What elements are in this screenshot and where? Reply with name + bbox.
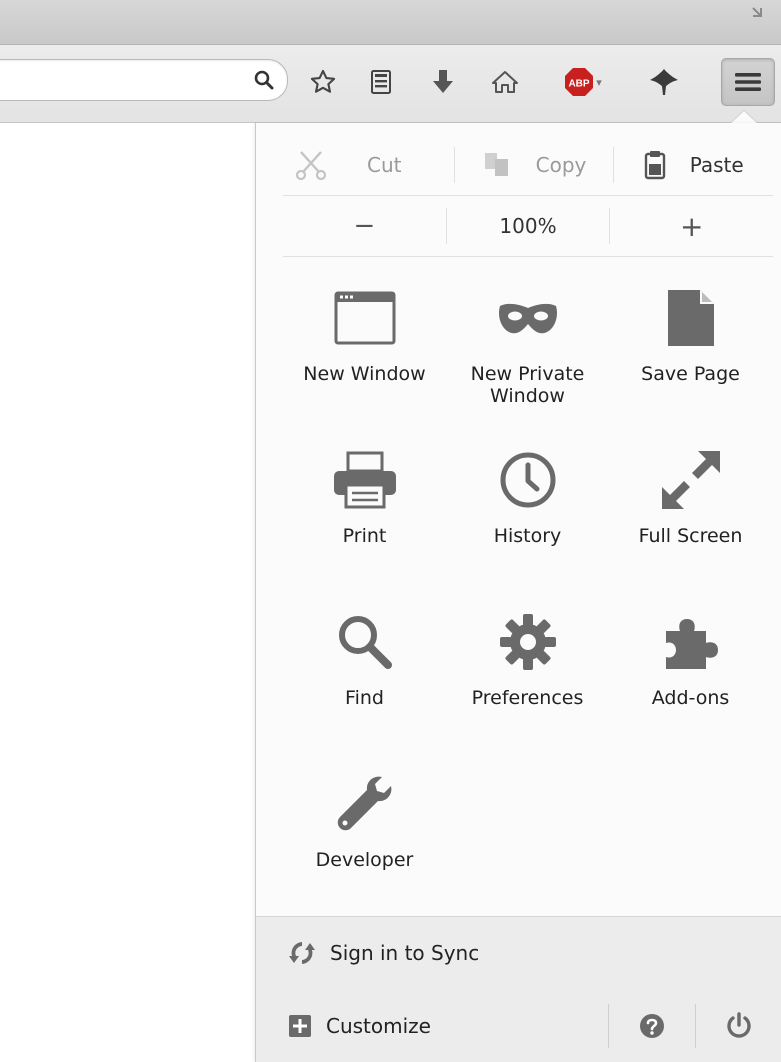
new-window-button[interactable]: New Window: [283, 273, 446, 433]
hamburger-menu-icon: [735, 73, 761, 91]
panel-footer: Customize: [256, 989, 781, 1062]
find-button[interactable]: Find: [283, 597, 446, 757]
cut-button[interactable]: Cut: [283, 147, 455, 183]
search-bar[interactable]: [0, 59, 288, 101]
customize-label: Customize: [326, 1013, 431, 1038]
add-ons-label: Add-ons: [651, 687, 730, 709]
help-button[interactable]: [609, 1013, 695, 1039]
scissors-icon: [295, 150, 327, 180]
page-icon: [666, 283, 716, 353]
copy-button[interactable]: Copy: [455, 147, 615, 183]
customize-button[interactable]: Customize: [288, 1014, 608, 1038]
new-window-label: New Window: [303, 363, 426, 385]
sign-in-to-sync-button[interactable]: Sign in to Sync: [256, 916, 781, 990]
sync-label: Sign in to Sync: [330, 941, 480, 965]
zoom-reset-button[interactable]: 100%: [447, 208, 611, 244]
bookmark-star-button[interactable]: [305, 65, 341, 99]
print-label: Print: [342, 525, 387, 547]
sync-icon: [288, 939, 316, 967]
bookmarks-menu-button[interactable]: [363, 65, 399, 99]
zoom-in-button[interactable]: +: [610, 208, 773, 244]
window-titlebar: [0, 0, 781, 45]
history-button[interactable]: History: [446, 435, 609, 595]
copy-label: Copy: [535, 153, 587, 177]
quit-button[interactable]: [696, 1011, 781, 1040]
clock-icon: [499, 445, 557, 515]
zoom-in-label: +: [679, 209, 704, 243]
preferences-label: Preferences: [471, 687, 584, 709]
magnifier-icon: [336, 607, 394, 677]
home-button[interactable]: [487, 65, 523, 99]
zoom-out-button[interactable]: −: [283, 208, 447, 244]
full-screen-label: Full Screen: [638, 525, 743, 547]
developer-button[interactable]: Developer: [283, 759, 446, 919]
main-menu-panel: Cut Copy Paste − 100% + New Window New P…: [255, 123, 781, 1062]
chevron-down-icon[interactable]: ▾: [596, 76, 602, 89]
downloads-button[interactable]: [425, 65, 461, 99]
extension-icon: [650, 69, 678, 95]
cut-label: Cut: [367, 153, 402, 177]
star-icon: [310, 69, 336, 93]
adblock-plus-button[interactable]: ABP ▾: [555, 65, 611, 99]
edit-controls: Cut Copy Paste: [283, 135, 773, 196]
adblock-plus-icon: ABP: [565, 68, 594, 96]
gear-icon: [498, 607, 558, 677]
power-icon: [727, 1011, 751, 1038]
zoom-level: 100%: [499, 214, 557, 238]
new-private-window-label: New Private Window: [470, 363, 585, 407]
help-icon: [640, 1013, 664, 1038]
expand-arrows-icon: [660, 445, 722, 515]
mask-icon: [497, 283, 559, 353]
clipboard-icon: [644, 150, 666, 180]
print-button[interactable]: Print: [283, 435, 446, 595]
add-ons-button[interactable]: Add-ons: [609, 597, 772, 757]
new-private-window-button[interactable]: New Private Window: [446, 273, 609, 433]
full-screen-button[interactable]: Full Screen: [609, 435, 772, 595]
printer-icon: [332, 445, 398, 515]
extension-button[interactable]: [644, 65, 684, 99]
window-icon: [334, 283, 396, 353]
save-page-label: Save Page: [641, 363, 740, 385]
svg-text:ABP: ABP: [569, 79, 590, 90]
paste-button[interactable]: Paste: [614, 147, 773, 183]
history-label: History: [493, 525, 562, 547]
copy-icon: [482, 150, 512, 180]
puzzle-icon: [660, 607, 722, 677]
wrench-icon: [334, 769, 396, 839]
zoom-controls: − 100% +: [283, 196, 773, 257]
paste-label: Paste: [689, 153, 744, 177]
developer-label: Developer: [315, 849, 414, 871]
bookmarks-list-icon: [371, 70, 391, 94]
navigation-toolbar: ABP ▾: [0, 45, 781, 123]
home-icon: [492, 71, 518, 93]
plus-box-icon: [289, 1014, 311, 1037]
search-icon[interactable]: [253, 69, 275, 91]
resize-corner-icon[interactable]: [751, 6, 763, 18]
find-label: Find: [345, 687, 384, 709]
save-page-button[interactable]: Save Page: [609, 273, 772, 433]
preferences-button[interactable]: Preferences: [446, 597, 609, 757]
zoom-out-label: −: [353, 211, 376, 241]
download-arrow-icon: [433, 70, 453, 93]
open-menu-button[interactable]: [721, 58, 775, 106]
